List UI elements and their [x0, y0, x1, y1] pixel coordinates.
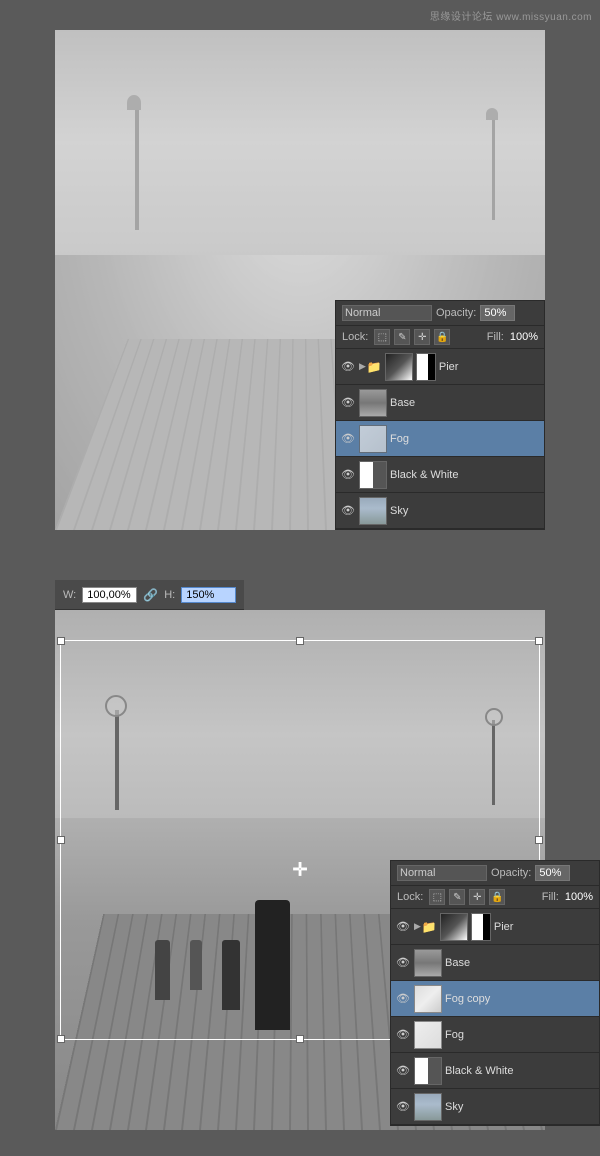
layer-row-pier-top[interactable]: 👁 ▶ 📁 Pier [336, 349, 544, 385]
layer-row-base-top[interactable]: 👁 Base [336, 385, 544, 421]
eye-icon-pier-top[interactable]: 👁 [340, 359, 356, 375]
lamp-right-bottom [492, 720, 495, 805]
fill-label-top: Fill: [487, 331, 504, 343]
opacity-label-bottom: Opacity: [491, 867, 531, 879]
sky-name-bottom: Sky [445, 1101, 595, 1113]
blend-opacity-row-top: Normal Opacity: [336, 301, 544, 326]
fog-thumb-top [359, 425, 387, 453]
lock-image-btn-bottom[interactable]: ✎ [449, 889, 465, 905]
base-name-top: Base [390, 397, 540, 409]
layers-panel-top: Normal Opacity: Lock: ⬚ ✎ ✛ 🔒 Fill: 100%… [335, 300, 545, 530]
fog-name-bottom: Fog [445, 1029, 595, 1041]
transform-toolbar: W: 🔗 H: [55, 580, 244, 610]
blend-opacity-row-bottom: Normal Opacity: [391, 861, 599, 886]
layer-row-sky-bottom[interactable]: 👁 Sky [391, 1089, 599, 1125]
pier-mask-top [416, 353, 436, 381]
layer-row-fog-bottom[interactable]: 👁 Fog [391, 1017, 599, 1053]
eye-icon-pier-bottom[interactable]: 👁 [395, 919, 411, 935]
bw-thumb-bottom [414, 1057, 442, 1085]
bw-name-bottom: Black & White [445, 1065, 595, 1077]
fill-label-bottom: Fill: [542, 891, 559, 903]
pier-thumb-bottom [440, 913, 468, 941]
fog-thumb-bottom [414, 1021, 442, 1049]
opacity-input-bottom[interactable] [535, 865, 570, 881]
layer-row-pier-bottom[interactable]: 👁 ▶ 📁 Pier [391, 909, 599, 945]
sky-name-top: Sky [390, 505, 540, 517]
bottom-panel: W: 🔗 H: ✛ [0, 580, 600, 1156]
pier-thumb-top [385, 353, 413, 381]
eye-icon-bw-top[interactable]: 👁 [340, 467, 356, 483]
sky-thumb-bottom [414, 1093, 442, 1121]
fog-copy-thumb-bottom [414, 985, 442, 1013]
lock-fill-row-top: Lock: ⬚ ✎ ✛ 🔒 Fill: 100% [336, 326, 544, 349]
lock-transparent-btn-bottom[interactable]: ⬚ [429, 889, 445, 905]
arrow-icon-pier-bottom: ▶ [414, 921, 421, 932]
eye-icon-sky-top[interactable]: 👁 [340, 503, 356, 519]
lock-image-btn-top[interactable]: ✎ [394, 329, 410, 345]
eye-icon-bw-bottom[interactable]: 👁 [395, 1063, 411, 1079]
eye-icon-fog-copy-bottom[interactable]: 👁 [395, 991, 411, 1007]
eye-icon-base-bottom[interactable]: 👁 [395, 955, 411, 971]
folder-indicator-pier-top: ▶ 📁 [359, 360, 382, 374]
arrow-icon-pier-top: ▶ [359, 361, 366, 372]
bw-name-top: Black & White [390, 469, 540, 481]
layer-row-fog-copy-bottom[interactable]: 👁 Fog copy [391, 981, 599, 1017]
layer-row-bw-top[interactable]: 👁 Black & White [336, 457, 544, 493]
blend-mode-select-bottom[interactable]: Normal [397, 865, 487, 881]
lock-move-btn-top[interactable]: ✛ [414, 329, 430, 345]
sky-thumb-top [359, 497, 387, 525]
fog-name-top: Fog [390, 433, 540, 445]
main-figure-bottom [255, 900, 290, 1030]
eye-icon-fog-bottom[interactable]: 👁 [395, 1027, 411, 1043]
lock-icons-top: ⬚ ✎ ✛ 🔒 [374, 329, 480, 345]
h-label: H: [164, 589, 175, 601]
eye-icon-sky-bottom[interactable]: 👁 [395, 1099, 411, 1115]
folder-indicator-pier-bottom: ▶ 📁 [414, 920, 437, 934]
layer-row-sky-top[interactable]: 👁 Sky [336, 493, 544, 529]
layer-row-bw-bottom[interactable]: 👁 Black & White [391, 1053, 599, 1089]
figure-group-bottom [155, 940, 240, 1010]
base-thumb-top [359, 389, 387, 417]
lock-all-btn-bottom[interactable]: 🔒 [489, 889, 505, 905]
base-name-bottom: Base [445, 957, 595, 969]
lock-fill-row-bottom: Lock: ⬚ ✎ ✛ 🔒 Fill: 100% [391, 886, 599, 909]
layer-row-fog-top[interactable]: 👁 Fog [336, 421, 544, 457]
w-label: W: [63, 589, 76, 601]
base-thumb-bottom [414, 949, 442, 977]
bw-thumb-top [359, 461, 387, 489]
eye-icon-base-top[interactable]: 👁 [340, 395, 356, 411]
lock-label-bottom: Lock: [397, 891, 423, 903]
w-input[interactable] [82, 587, 137, 603]
eye-icon-fog-top[interactable]: 👁 [340, 431, 356, 447]
opacity-label-top: Opacity: [436, 307, 476, 319]
layers-panel-bottom: Normal Opacity: Lock: ⬚ ✎ ✛ 🔒 Fill: 100%… [390, 860, 600, 1126]
lock-label-top: Lock: [342, 331, 368, 343]
pier-name-top: Pier [439, 361, 540, 373]
lock-all-btn-top[interactable]: 🔒 [434, 329, 450, 345]
sky-area-bottom [55, 610, 545, 818]
fog-copy-name-bottom: Fog copy [445, 993, 595, 1005]
layer-row-base-bottom[interactable]: 👁 Base [391, 945, 599, 981]
pier-name-bottom: Pier [494, 921, 595, 933]
blend-mode-select-top[interactable]: Normal [342, 305, 432, 321]
crosshair-icon: ✛ [292, 860, 307, 881]
lock-icons-bottom: ⬚ ✎ ✛ 🔒 [429, 889, 535, 905]
lamp-left-bottom [115, 710, 119, 810]
lock-move-btn-bottom[interactable]: ✛ [469, 889, 485, 905]
fill-value-top: 100% [510, 331, 538, 343]
chain-link-icon: 🔗 [143, 588, 158, 602]
lock-transparent-btn-top[interactable]: ⬚ [374, 329, 390, 345]
watermark: 思缘设计论坛 www.missyuan.com [430, 8, 592, 23]
opacity-input-top[interactable] [480, 305, 515, 321]
pier-mask-bottom [471, 913, 491, 941]
fill-value-bottom: 100% [565, 891, 593, 903]
folder-icon-pier-bottom: 📁 [422, 920, 437, 934]
h-input[interactable] [181, 587, 236, 603]
folder-icon-pier-top: 📁 [367, 360, 382, 374]
top-panel: Normal Opacity: Lock: ⬚ ✎ ✛ 🔒 Fill: 100%… [55, 30, 545, 530]
